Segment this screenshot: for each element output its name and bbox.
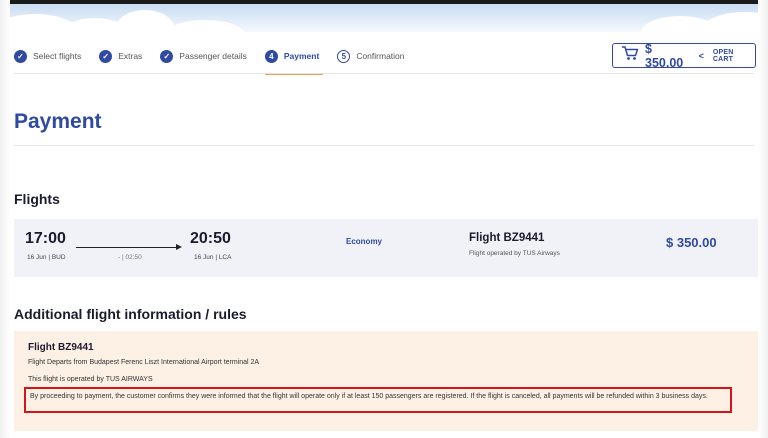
- flight-duration: - | 02:50: [118, 254, 142, 261]
- step-label: Confirmation: [356, 51, 405, 61]
- flight-number: Flight BZ9441: [469, 232, 545, 244]
- cloud-decoration: [165, 20, 245, 32]
- route-arrow: [76, 244, 182, 250]
- title-divider: [14, 145, 754, 146]
- check-icon: ✓: [99, 49, 113, 63]
- open-cart-button[interactable]: $ 350.00 < OPEN CART: [612, 41, 756, 70]
- step-label: Extras: [118, 51, 143, 61]
- operator-text: This flight is operated by TUS AIRWAYS: [28, 376, 153, 383]
- cart-total: $ 350.00: [645, 41, 684, 70]
- departure-info: 16 Jun | BUD: [27, 254, 66, 261]
- arrival-info: 16 Jun | LCA: [194, 254, 232, 261]
- departure-terminal-text: Flight Departs from Budapest Ferenc Lisz…: [28, 359, 260, 366]
- step-passenger-details[interactable]: ✓ Passenger details: [160, 46, 247, 66]
- departure-time: 17:00: [25, 230, 66, 247]
- step-select-flights[interactable]: ✓ Select flights: [14, 46, 81, 66]
- right-edge: [758, 0, 768, 438]
- rules-flight-title: Flight BZ9441: [28, 342, 94, 353]
- header-banner: [0, 4, 768, 32]
- flight-rules-box: Flight BZ9441 Flight Departs from Budape…: [14, 331, 758, 431]
- left-edge: [0, 0, 10, 438]
- page-title: Payment: [14, 110, 102, 133]
- step-number: 5: [337, 49, 351, 63]
- operated-by: Flight operated by TUS Airways: [469, 250, 560, 257]
- chevron-left-icon: <: [698, 50, 704, 61]
- flight-summary-card: 17:00 16 Jun | BUD - | 02:50 20:50 16 Ju…: [14, 219, 758, 277]
- step-payment[interactable]: 4 Payment: [264, 46, 324, 75]
- arrival-time: 20:50: [190, 230, 231, 247]
- step-confirmation[interactable]: 5 Confirmation: [337, 46, 405, 66]
- additional-info-heading: Additional flight information / rules: [14, 306, 247, 322]
- step-number: 4: [264, 49, 278, 63]
- steps-divider: [14, 73, 754, 74]
- minimum-passengers-notice: By proceeding to payment, the customer c…: [24, 387, 732, 413]
- step-label: Passenger details: [179, 51, 247, 61]
- step-extras[interactable]: ✓ Extras: [99, 46, 142, 66]
- flights-heading: Flights: [14, 191, 60, 207]
- fare-class: Economy: [346, 237, 383, 246]
- flight-price: $ 350.00: [666, 235, 717, 250]
- step-label: Select flights: [33, 51, 82, 61]
- cloud-decoration: [115, 10, 175, 32]
- check-icon: ✓: [14, 49, 27, 63]
- cart-icon: [621, 45, 639, 66]
- checkout-steps: ✓ Select flights ✓ Extras ✓ Passenger de…: [14, 46, 423, 75]
- open-cart-label: OPEN CART: [712, 48, 734, 63]
- check-icon: ✓: [160, 49, 174, 63]
- step-label: Payment: [283, 51, 320, 61]
